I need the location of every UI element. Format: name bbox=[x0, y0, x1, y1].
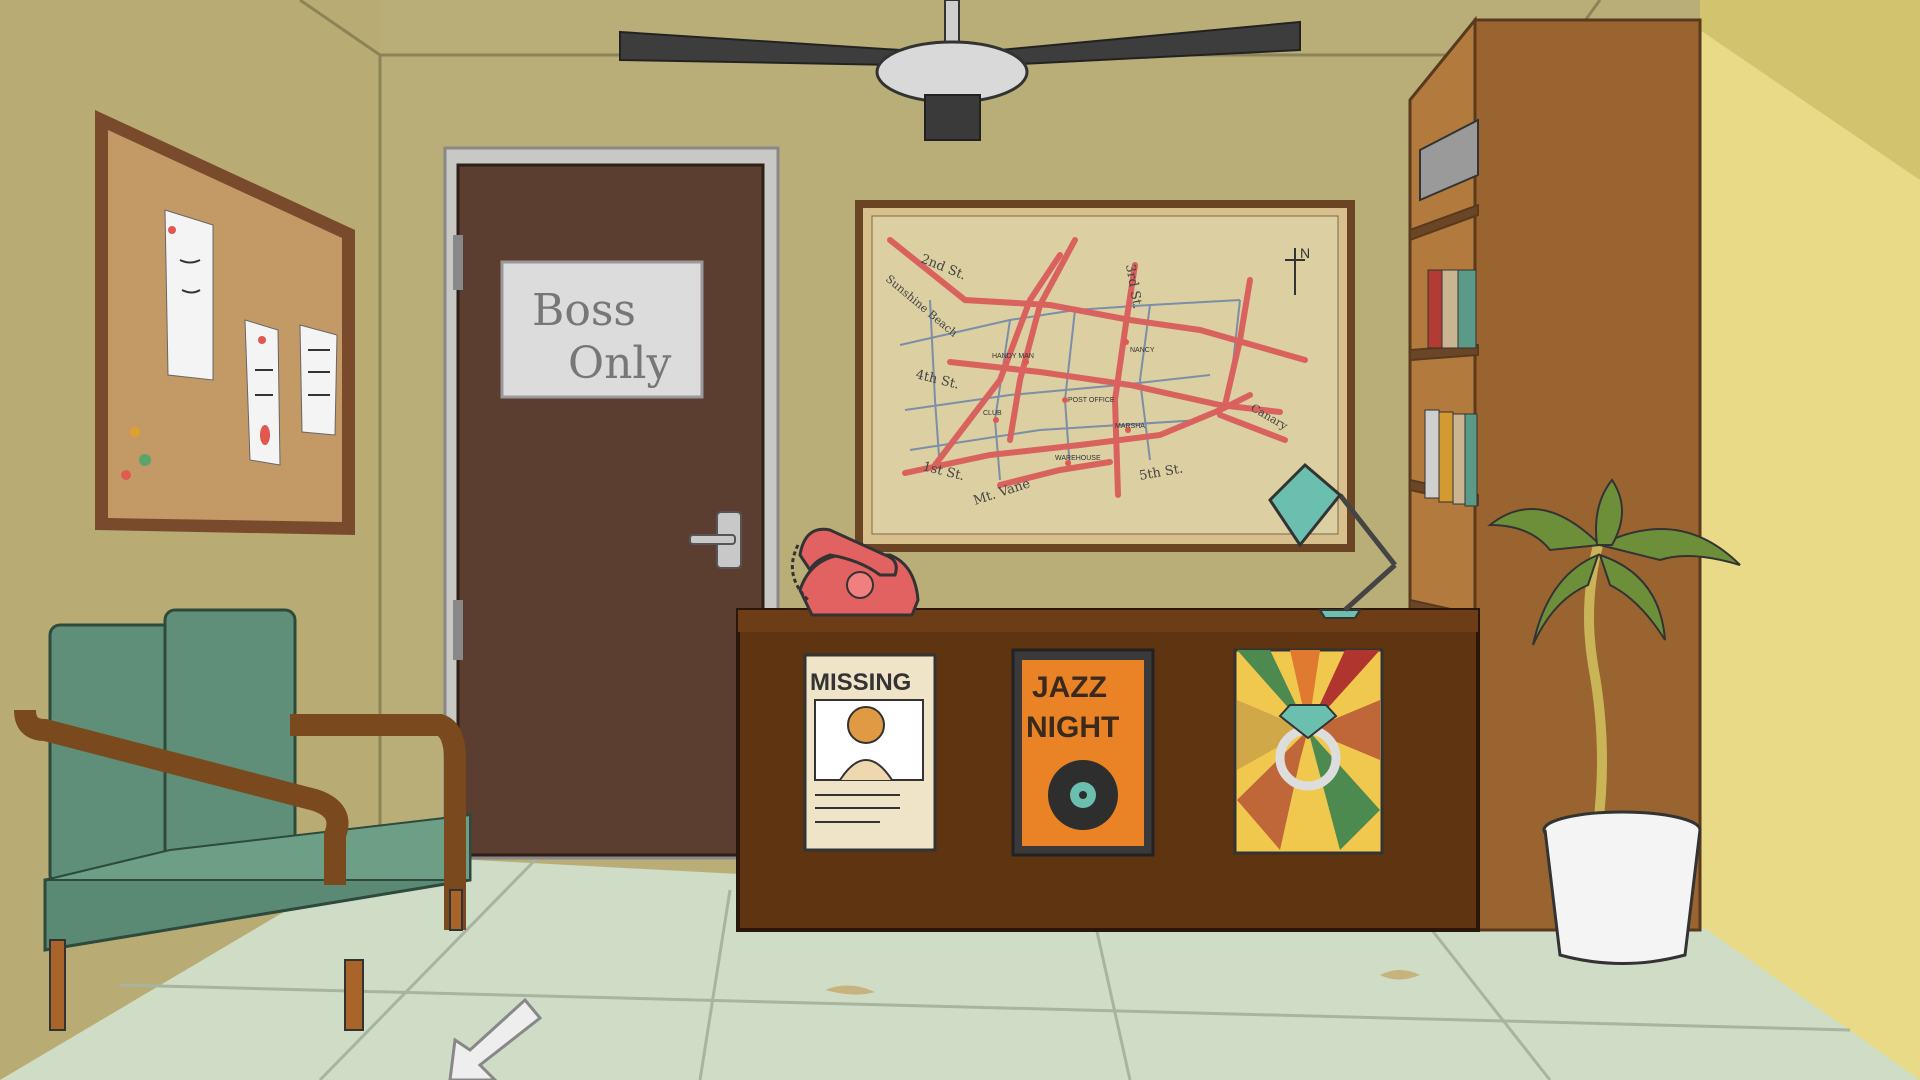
door-sign-line1: Boss bbox=[532, 285, 636, 336]
svg-text:N: N bbox=[1300, 245, 1310, 261]
jazz-poster-line2: NIGHT bbox=[1026, 711, 1119, 744]
place-label: MARSHA bbox=[1115, 423, 1145, 430]
door-sign[interactable]: Boss Only bbox=[500, 260, 704, 399]
diamond-ring-poster[interactable] bbox=[1233, 648, 1384, 855]
place-label: POST OFFICE bbox=[1068, 397, 1115, 404]
missing-poster[interactable]: MISSING bbox=[803, 653, 937, 852]
jazz-poster-line1: JAZZ bbox=[1032, 671, 1107, 704]
missing-poster-title: MISSING bbox=[810, 669, 911, 696]
place-label: CLUB bbox=[983, 410, 1002, 417]
place-label: WAREHOUSE bbox=[1055, 455, 1101, 462]
game-scene: Boss Only 2nd St. 3rd St. 4th St. 1st St… bbox=[0, 0, 1920, 1080]
right-wall bbox=[1700, 0, 1920, 1080]
note-paper[interactable] bbox=[244, 319, 281, 466]
place-label: NANCY bbox=[1130, 347, 1155, 354]
jazz-night-poster[interactable]: JAZZ NIGHT bbox=[1011, 648, 1155, 857]
note-paper[interactable] bbox=[164, 209, 214, 381]
note-paper[interactable] bbox=[299, 324, 338, 436]
place-label: HANDY MAN bbox=[992, 353, 1034, 360]
boss-door[interactable]: Boss Only bbox=[443, 146, 780, 860]
door-sign-line2: Only bbox=[568, 338, 671, 389]
